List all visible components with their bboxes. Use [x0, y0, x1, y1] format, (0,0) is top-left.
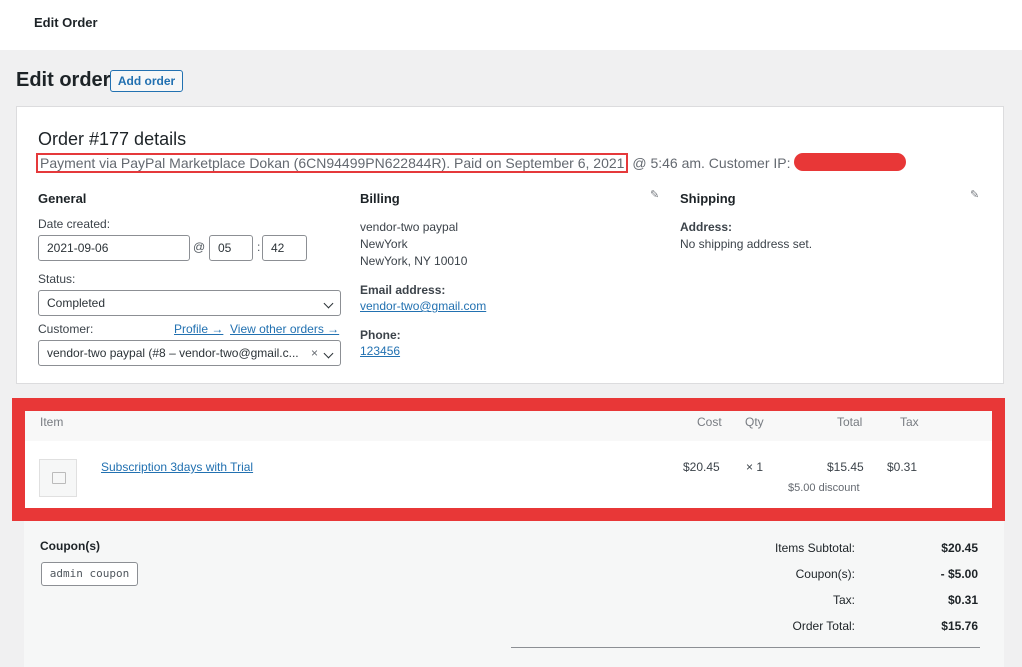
billing-address-line: NewYork	[360, 237, 408, 251]
item-tax: $0.31	[887, 460, 918, 474]
tax-value: $0.31	[947, 593, 978, 607]
line-items-section: Item Cost Qty Total Tax Subscription 3da…	[12, 398, 1005, 521]
customer-select[interactable]: vendor-two paypal (#8 – vendor-two@gmail…	[38, 340, 341, 366]
item-cost: $20.45	[683, 460, 720, 474]
clear-customer-icon[interactable]: ×	[311, 341, 318, 365]
item-name-link[interactable]: Subscription 3days with Trial	[101, 460, 253, 474]
col-item: Item	[40, 415, 64, 429]
billing-address-line: NewYork, NY 10010	[360, 254, 468, 268]
order-details-panel: Order #177 details Payment via PayPal Ma…	[16, 106, 1004, 384]
order-totals-section: Coupon(s) admin coupon Items Subtotal: $…	[24, 521, 1004, 667]
at-separator: @	[193, 240, 206, 254]
billing-address: vendor-two paypal NewYork NewYork, NY 10…	[360, 219, 467, 270]
status-label: Status:	[38, 272, 76, 286]
profile-link[interactable]: Profile →	[174, 322, 223, 336]
col-total: Total	[837, 415, 863, 429]
billing-phone-link[interactable]: 123456	[360, 344, 400, 358]
chevron-down-icon	[323, 348, 334, 359]
coupons-total-value: - $5.00	[940, 567, 978, 581]
top-bar: Edit Order	[0, 0, 1022, 50]
phone-label: Phone:	[360, 328, 401, 342]
items-subtotal-label: Items Subtotal:	[774, 541, 855, 555]
coupon-chip[interactable]: admin coupon	[41, 562, 138, 586]
col-qty: Qty	[745, 415, 764, 429]
order-meta: Payment via PayPal Marketplace Dokan (6C…	[36, 153, 907, 173]
general-heading: General	[38, 191, 87, 206]
email-label: Email address:	[360, 283, 446, 297]
minute-input[interactable]: 42	[262, 235, 307, 261]
shipping-address-value: No shipping address set.	[680, 237, 813, 251]
item-qty: × 1	[746, 460, 764, 474]
order-title: Order #177 details	[38, 129, 187, 149]
status-select[interactable]: Completed	[38, 290, 341, 316]
coupons-heading: Coupon(s)	[40, 539, 100, 553]
pencil-icon[interactable]: ✎	[970, 188, 979, 201]
tax-label: Tax:	[832, 593, 855, 607]
shipping-address-label: Address:	[680, 220, 733, 234]
colon-separator: :	[257, 240, 261, 254]
page-title: Edit order	[16, 69, 111, 91]
order-total-value: $15.76	[941, 619, 978, 633]
image-placeholder-icon	[39, 459, 77, 497]
view-other-orders-link[interactable]: View other orders →	[230, 322, 339, 336]
billing-heading: Billing	[360, 191, 400, 206]
billing-address-line: vendor-two paypal	[360, 220, 459, 234]
item-total: $15.45	[827, 460, 864, 474]
coupons-total-label: Coupon(s):	[795, 567, 855, 581]
billing-email-link[interactable]: vendor-two@gmail.com	[360, 299, 486, 313]
status-value: Completed	[47, 296, 106, 310]
shipping-heading: Shipping	[680, 191, 736, 206]
totals-divider	[511, 647, 980, 648]
col-tax: Tax	[900, 415, 919, 429]
date-created-label: Date created:	[38, 217, 111, 231]
date-created-input[interactable]: 2021-09-06	[38, 235, 190, 261]
items-subtotal-value: $20.45	[941, 541, 978, 555]
top-bar-title: Edit Order	[34, 15, 98, 30]
customer-label: Customer:	[38, 322, 94, 336]
payment-info: Payment via PayPal Marketplace Dokan (6C…	[36, 153, 629, 173]
items-header-row: Item Cost Qty Total Tax	[25, 411, 992, 441]
chevron-down-icon	[323, 298, 334, 309]
hour-input[interactable]: 05	[209, 235, 253, 261]
order-total-label: Order Total:	[792, 619, 855, 633]
add-order-button[interactable]: Add order	[110, 70, 183, 92]
customer-value: vendor-two paypal (#8 – vendor-two@gmail…	[47, 346, 299, 360]
col-cost: Cost	[697, 415, 722, 429]
payment-time-ip: @ 5:46 am. Customer IP:	[632, 155, 791, 171]
redacted-ip	[794, 153, 907, 171]
pencil-icon[interactable]: ✎	[650, 188, 659, 201]
item-discount: $5.00 discount	[788, 482, 860, 494]
